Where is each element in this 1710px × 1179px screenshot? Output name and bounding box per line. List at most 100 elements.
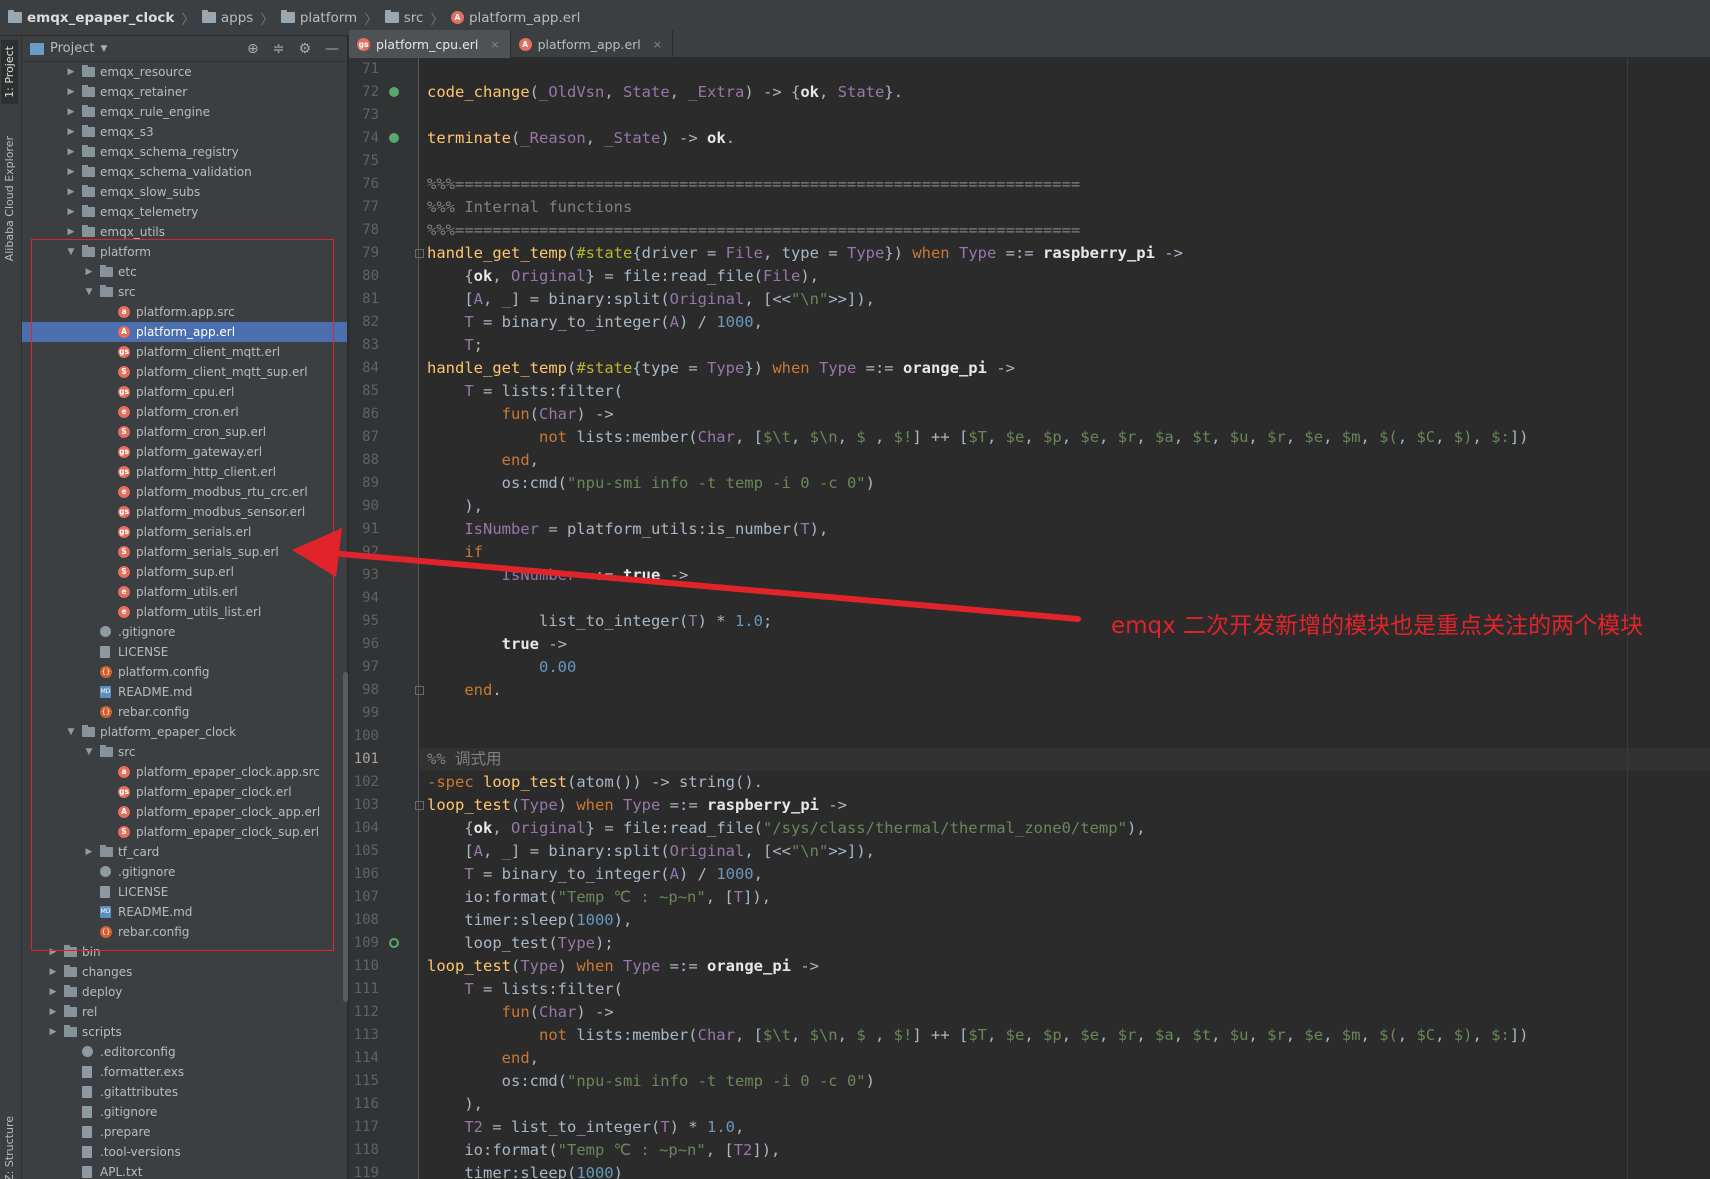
tree-folder[interactable]: ▶ scripts (22, 1022, 347, 1042)
code-line[interactable]: 109 loop_test(Type); (349, 932, 1710, 955)
collapsed-arrow-icon[interactable]: ▶ (66, 102, 76, 122)
fold-marker-icon[interactable] (415, 801, 424, 810)
close-icon[interactable]: × (653, 38, 662, 51)
code-line[interactable]: 84 handle_get_temp(#state{type = Type}) w… (349, 357, 1710, 380)
collapsed-arrow-icon[interactable]: ▶ (84, 842, 94, 862)
tree-file[interactable]: e platform_modbus_rtu_crc.erl (22, 482, 347, 502)
code-line[interactable]: 79 handle_get_temp(#state{driver = File, … (349, 242, 1710, 265)
tree-folder[interactable]: ▼ platform_epaper_clock (22, 722, 347, 742)
tree-folder[interactable]: ▶ emqx_s3 (22, 122, 347, 142)
editor-tab[interactable]: gs platform_cpu.erl × (349, 30, 511, 58)
code-line[interactable]: 81 [A, _] = binary:split(Original, [<<"\… (349, 288, 1710, 311)
tree-folder[interactable]: ▶ emqx_rule_engine (22, 102, 347, 122)
code-line[interactable]: 92 if (349, 541, 1710, 564)
tree-file[interactable]: .tool-versions (22, 1142, 347, 1162)
close-icon[interactable]: × (490, 38, 499, 51)
code-line[interactable]: 105 [A, _] = binary:split(Original, [<<"… (349, 840, 1710, 863)
code-line[interactable]: 80 {ok, Original} = file:read_file(File)… (349, 265, 1710, 288)
tree-folder[interactable]: ▼ src (22, 742, 347, 762)
expanded-arrow-icon[interactable]: ▼ (66, 722, 76, 742)
code-line[interactable]: 106 T = binary_to_integer(A) / 1000, (349, 863, 1710, 886)
locate-icon[interactable]: ⊕ (247, 41, 259, 57)
code-line[interactable]: 100 (349, 725, 1710, 748)
tree-folder[interactable]: ▶ bin (22, 942, 347, 962)
code-line[interactable]: 113 not lists:member(Char, [$\t, $\n, $ … (349, 1024, 1710, 1047)
collapsed-arrow-icon[interactable]: ▶ (48, 942, 58, 962)
tree-folder[interactable]: ▶ emqx_schema_validation (22, 162, 347, 182)
collapsed-arrow-icon[interactable]: ▶ (66, 62, 76, 82)
tree-file[interactable]: e platform_utils.erl (22, 582, 347, 602)
tree-file[interactable]: gs platform_http_client.erl (22, 462, 347, 482)
tree-file[interactable]: gs platform_serials.erl (22, 522, 347, 542)
alibaba-cloud-explorer-tab[interactable]: Alibaba Cloud Explorer (1, 130, 18, 267)
code-line[interactable]: 76 %%%===================================… (349, 173, 1710, 196)
code-line[interactable]: 107 io:format("Temp ℃ : ~p~n", [T]), (349, 886, 1710, 909)
tree-folder[interactable]: ▶ emqx_utils (22, 222, 347, 242)
code-line[interactable]: 101 %% 调式用 (349, 748, 1710, 771)
code-line[interactable]: 87 not lists:member(Char, [$\t, $\n, $ ,… (349, 426, 1710, 449)
recursion-icon[interactable] (389, 938, 399, 948)
tree-file[interactable]: LICENSE (22, 882, 347, 902)
code-line[interactable]: 75 (349, 150, 1710, 173)
code-line[interactable]: 108 timer:sleep(1000), (349, 909, 1710, 932)
project-scrollbar[interactable] (343, 672, 348, 1002)
expanded-arrow-icon[interactable]: ▼ (66, 242, 76, 262)
code-line[interactable]: 102 -spec loop_test(atom()) -> string(). (349, 771, 1710, 794)
breadcrumb-item[interactable]: 〉 src (357, 8, 423, 28)
tree-file[interactable]: .prepare (22, 1122, 347, 1142)
code-line[interactable]: 83 T; (349, 334, 1710, 357)
collapsed-arrow-icon[interactable]: ▶ (84, 262, 94, 282)
breadcrumb-item[interactable]: 〉 apps (174, 8, 253, 28)
tree-folder[interactable]: ▶ emqx_schema_registry (22, 142, 347, 162)
tree-file[interactable]: {} rebar.config (22, 702, 347, 722)
collapsed-arrow-icon[interactable]: ▶ (66, 162, 76, 182)
collapsed-arrow-icon[interactable]: ▶ (66, 182, 76, 202)
tree-folder[interactable]: ▼ src (22, 282, 347, 302)
structure-tool-tab[interactable]: Z: Structure (1, 1110, 18, 1179)
tree-folder[interactable]: ▶ emqx_slow_subs (22, 182, 347, 202)
tree-file[interactable]: gs platform_epaper_clock.erl (22, 782, 347, 802)
tree-folder[interactable]: ▶ rel (22, 1002, 347, 1022)
collapse-all-icon[interactable]: ≑ (273, 41, 285, 57)
code-line[interactable]: 118 io:format("Temp ℃ : ~p~n", [T2]), (349, 1139, 1710, 1162)
code-line[interactable]: 110 loop_test(Type) when Type =:= orange_… (349, 955, 1710, 978)
tree-folder[interactable]: ▶ emqx_retainer (22, 82, 347, 102)
code-line[interactable]: 104 {ok, Original} = file:read_file("/sy… (349, 817, 1710, 840)
expanded-arrow-icon[interactable]: ▼ (84, 742, 94, 762)
tree-file[interactable]: .gitignore (22, 862, 347, 882)
tree-folder[interactable]: ▼ platform (22, 242, 347, 262)
tree-file[interactable]: a platform.app.src (22, 302, 347, 322)
tree-folder[interactable]: ▶ changes (22, 962, 347, 982)
project-panel-title[interactable]: Project (50, 41, 94, 56)
gear-icon[interactable]: ⚙ (298, 41, 311, 57)
fold-marker-icon[interactable] (415, 249, 424, 258)
editor-tab[interactable]: Aplatform_app.erl × (511, 30, 673, 58)
collapsed-arrow-icon[interactable]: ▶ (66, 142, 76, 162)
tree-file[interactable]: APL.txt (22, 1162, 347, 1179)
tree-file[interactable]: {} platform.config (22, 662, 347, 682)
code-line[interactable]: 72 code_change(_OldVsn, State, _Extra) ->… (349, 81, 1710, 104)
collapsed-arrow-icon[interactable]: ▶ (48, 962, 58, 982)
code-line[interactable]: 119 timer:sleep(1000) (349, 1162, 1710, 1179)
code-line[interactable]: 98 end. (349, 679, 1710, 702)
code-line[interactable]: 116 ), (349, 1093, 1710, 1116)
breadcrumb-item[interactable]: 〉 Aplatform_app.erl (423, 8, 580, 28)
tree-file[interactable]: Splatform_sup.erl (22, 562, 347, 582)
tree-file[interactable]: e platform_utils_list.erl (22, 602, 347, 622)
code-line[interactable]: 90 ), (349, 495, 1710, 518)
chevron-down-icon[interactable]: ▼ (100, 44, 107, 54)
tree-file[interactable]: gs platform_client_mqtt.erl (22, 342, 347, 362)
tree-file[interactable]: MD README.md (22, 682, 347, 702)
tree-file[interactable]: Splatform_epaper_clock_sup.erl (22, 822, 347, 842)
implements-icon[interactable] (389, 133, 399, 143)
breadcrumb-item[interactable]: 〉 platform (253, 8, 357, 28)
tree-file[interactable]: MD README.md (22, 902, 347, 922)
code-line[interactable]: 73 (349, 104, 1710, 127)
tree-file[interactable]: Aplatform_app.erl (22, 322, 347, 342)
code-line[interactable]: 115 os:cmd("npu-smi info -t temp -i 0 -c… (349, 1070, 1710, 1093)
tree-file[interactable]: LICENSE (22, 642, 347, 662)
tree-file[interactable]: .formatter.exs (22, 1062, 347, 1082)
code-line[interactable]: 71 (349, 58, 1710, 81)
code-line[interactable]: 97 0.00 (349, 656, 1710, 679)
hide-icon[interactable]: — (325, 41, 339, 57)
